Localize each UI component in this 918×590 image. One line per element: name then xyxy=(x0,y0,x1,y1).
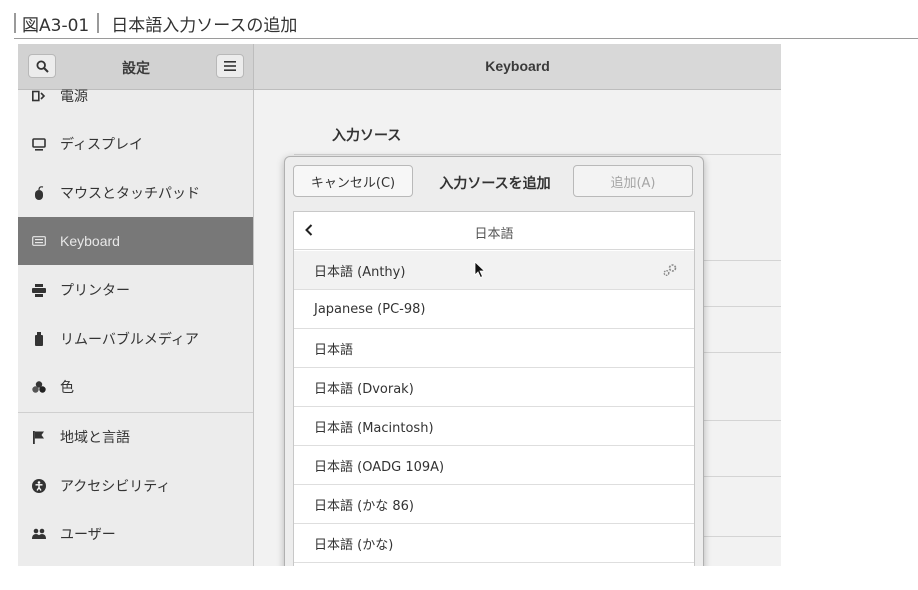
sidebar-item-removable-media[interactable]: リムーバブルメディア xyxy=(18,315,253,363)
list-item[interactable]: 日本語 (かな) xyxy=(294,524,694,563)
list-item[interactable]: 日本語 (Macintosh) xyxy=(294,407,694,446)
content-header: Keyboard xyxy=(254,44,781,90)
gear-icon[interactable] xyxy=(662,263,678,277)
dialog-title: 入力ソースを追加 xyxy=(439,176,551,192)
keyboard-icon xyxy=(32,234,46,248)
sidebar-item-label: 色 xyxy=(60,380,74,396)
page-title: Keyboard xyxy=(485,58,550,74)
settings-window: 設定 Keyboard 電源 ディスプレイ マウスとタッチパッド Keyboar… xyxy=(18,44,781,566)
sidebar-item-users[interactable]: ユーザー xyxy=(18,510,253,558)
list-item-label: Japanese (PC-98) xyxy=(314,301,426,317)
list-divider xyxy=(294,154,781,155)
list-title: 日本語 xyxy=(474,227,514,242)
list-item[interactable]: Japanese (PC-98) xyxy=(294,290,694,329)
mouse-icon xyxy=(32,186,46,200)
sidebar-item-label: プリンター xyxy=(60,283,130,299)
sidebar-item-mouse[interactable]: マウスとタッチパッド xyxy=(18,169,253,217)
cancel-button[interactable]: キャンセル(C) xyxy=(293,165,413,197)
figure-id: 図A3-01 xyxy=(22,15,90,36)
sidebar-item-printer[interactable]: プリンター xyxy=(18,266,253,314)
figure-caption: 図A3-01 日本語入力ソースの追加 xyxy=(14,8,297,38)
sidebar-item-label: ディスプレイ xyxy=(60,137,144,153)
sidebar-item-label: Keyboard xyxy=(60,233,120,249)
sidebar: 電源 ディスプレイ マウスとタッチパッド Keyboard プリンター リムーバ… xyxy=(18,89,254,566)
power-icon xyxy=(32,89,46,103)
flag-icon xyxy=(32,430,46,444)
mouse-pointer-icon xyxy=(474,261,486,279)
list-item[interactable]: 日本語 (かな 86) xyxy=(294,485,694,524)
list-header: 日本語 xyxy=(294,212,694,250)
sidebar-item-label: ユーザー xyxy=(60,527,116,543)
sidebar-item-label: リムーバブルメディア xyxy=(60,332,199,348)
list-item[interactable]: 日本語 (OADG 109A) xyxy=(294,446,694,485)
color-icon xyxy=(32,380,46,394)
list-item[interactable]: 日本語 (Dvorak) xyxy=(294,368,694,407)
list-item-label: 日本語 (OADG 109A) xyxy=(314,459,445,475)
add-button[interactable]: 追加(A) xyxy=(573,165,693,197)
sidebar-item-display[interactable]: ディスプレイ xyxy=(18,120,253,168)
sidebar-item-accessibility[interactable]: アクセシビリティ xyxy=(18,462,253,510)
caption-rule xyxy=(14,38,918,39)
sidebar-item-label: 電源 xyxy=(60,89,88,105)
list-item-label: 日本語 (Anthy) xyxy=(314,264,406,280)
list-item-label: 日本語 xyxy=(314,342,354,358)
hamburger-menu-icon xyxy=(224,61,236,71)
usb-drive-icon xyxy=(32,332,46,346)
display-icon xyxy=(32,137,46,151)
sidebar-item-color[interactable]: 色 xyxy=(18,363,253,411)
input-sources-heading: 入力ソース xyxy=(332,128,402,144)
figure-title: 日本語入力ソースの追加 xyxy=(111,15,298,36)
list-item[interactable]: 日本語 xyxy=(294,329,694,368)
sidebar-item-label: アクセシビリティ xyxy=(60,479,171,495)
users-icon xyxy=(32,527,46,541)
search-icon xyxy=(35,59,49,73)
list-item-anthy[interactable]: 日本語 (Anthy) xyxy=(294,251,694,290)
list-item-label: 日本語 (かな) xyxy=(314,537,394,553)
printer-icon xyxy=(32,283,46,297)
list-item-label: 日本語 (Dvorak) xyxy=(314,381,414,397)
list-item-label: 日本語 (Macintosh) xyxy=(314,420,434,436)
sidebar-item-power[interactable]: 電源 xyxy=(18,72,253,120)
sidebar-item-label: 地域と言語 xyxy=(60,430,130,446)
sidebar-item-keyboard[interactable]: Keyboard xyxy=(18,217,253,265)
add-input-source-dialog: キャンセル(C) 入力ソースを追加 追加(A) 日本語 日本語 (Anthy) … xyxy=(284,156,704,566)
sidebar-item-label: マウスとタッチパッド xyxy=(60,186,200,202)
input-source-list: 日本語 日本語 (Anthy) Japanese (PC-98) 日本語 日本語… xyxy=(293,211,695,566)
sidebar-item-region-language[interactable]: 地域と言語 xyxy=(18,413,253,461)
accessibility-icon xyxy=(32,479,46,493)
list-item-label: 日本語 (かな 86) xyxy=(314,498,414,514)
